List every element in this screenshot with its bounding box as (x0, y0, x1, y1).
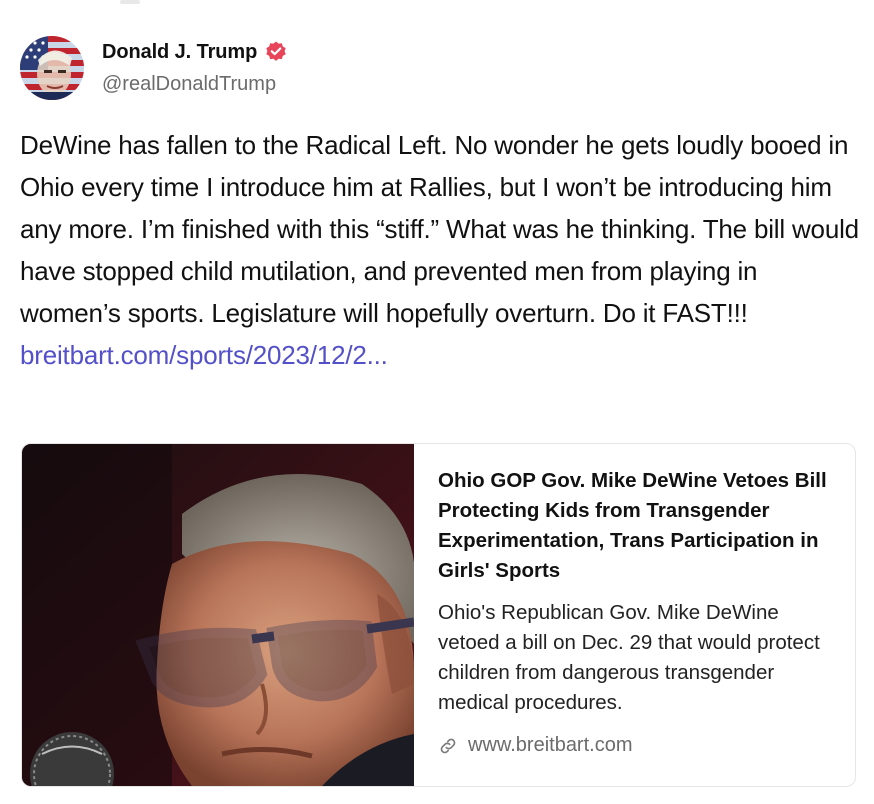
card-body: Ohio GOP Gov. Mike DeWine Vetoes Bill Pr… (438, 466, 838, 718)
post-link[interactable]: breitbart.com/sports/2023/12/2... (20, 334, 860, 376)
article-photo (22, 444, 414, 786)
link-preview-card[interactable]: Ohio GOP Gov. Mike DeWine Vetoes Bill Pr… (21, 443, 856, 787)
verified-badge-icon (266, 41, 286, 61)
author-handle[interactable]: @realDonaldTrump (102, 73, 276, 96)
author-name[interactable]: Donald J. Trump (102, 41, 257, 64)
card-description: Ohio's Republican Gov. Mike DeWine vetoe… (438, 601, 820, 714)
card-title[interactable]: Ohio GOP Gov. Mike DeWine Vetoes Bill Pr… (438, 466, 838, 586)
post-body: DeWine has fallen to the Radical Left. N… (20, 124, 860, 376)
author-name-row: Donald J. Trump (102, 39, 288, 65)
avatar[interactable] (20, 36, 84, 100)
card-domain-row: www.breitbart.com (438, 734, 633, 757)
post: Donald J. Trump @realDonaldTrump DeWine … (0, 0, 874, 804)
scroll-edge (120, 0, 140, 4)
link-icon (440, 738, 456, 753)
flag-portrait-avatar (20, 36, 84, 100)
card-domain: www.breitbart.com (468, 734, 633, 756)
post-text: DeWine has fallen to the Radical Left. N… (20, 130, 859, 328)
